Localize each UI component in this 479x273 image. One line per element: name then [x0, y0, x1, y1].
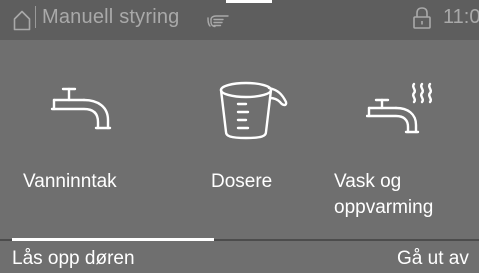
home-icon[interactable]: [13, 9, 31, 31]
tile-label-wash-heating-1: Vask og: [334, 171, 402, 192]
exit-button[interactable]: Gå ut av: [397, 248, 469, 270]
separator: [35, 6, 36, 28]
clock: 11:02: [443, 6, 479, 28]
tap-icon: [50, 87, 112, 130]
tile-water-intake[interactable]: Vanninntak: [0, 40, 160, 236]
lock-icon[interactable]: [412, 6, 432, 30]
page-indicator: [226, 0, 272, 3]
measuring-cup-icon: [219, 81, 288, 140]
page-title: Manuell styring: [42, 6, 180, 28]
tile-label-water-intake: Vanninntak: [23, 171, 117, 192]
tile-label-wash-heating-2: oppvarming: [334, 197, 434, 218]
tile-wash-heating[interactable]: Vask og oppvarming: [320, 40, 479, 236]
hand-icon: [207, 15, 229, 28]
unlock-door-button[interactable]: Lås opp døren: [12, 248, 135, 270]
tile-dosing[interactable]: Dosere: [160, 40, 320, 236]
screen: Manuell styring 11:02: [0, 0, 479, 273]
tile-label-dosing: Dosere: [211, 171, 273, 192]
tap-steam-icon: [366, 82, 433, 134]
bottom-active-indicator: [12, 238, 214, 241]
status-bar: Manuell styring 11:02: [0, 0, 479, 40]
